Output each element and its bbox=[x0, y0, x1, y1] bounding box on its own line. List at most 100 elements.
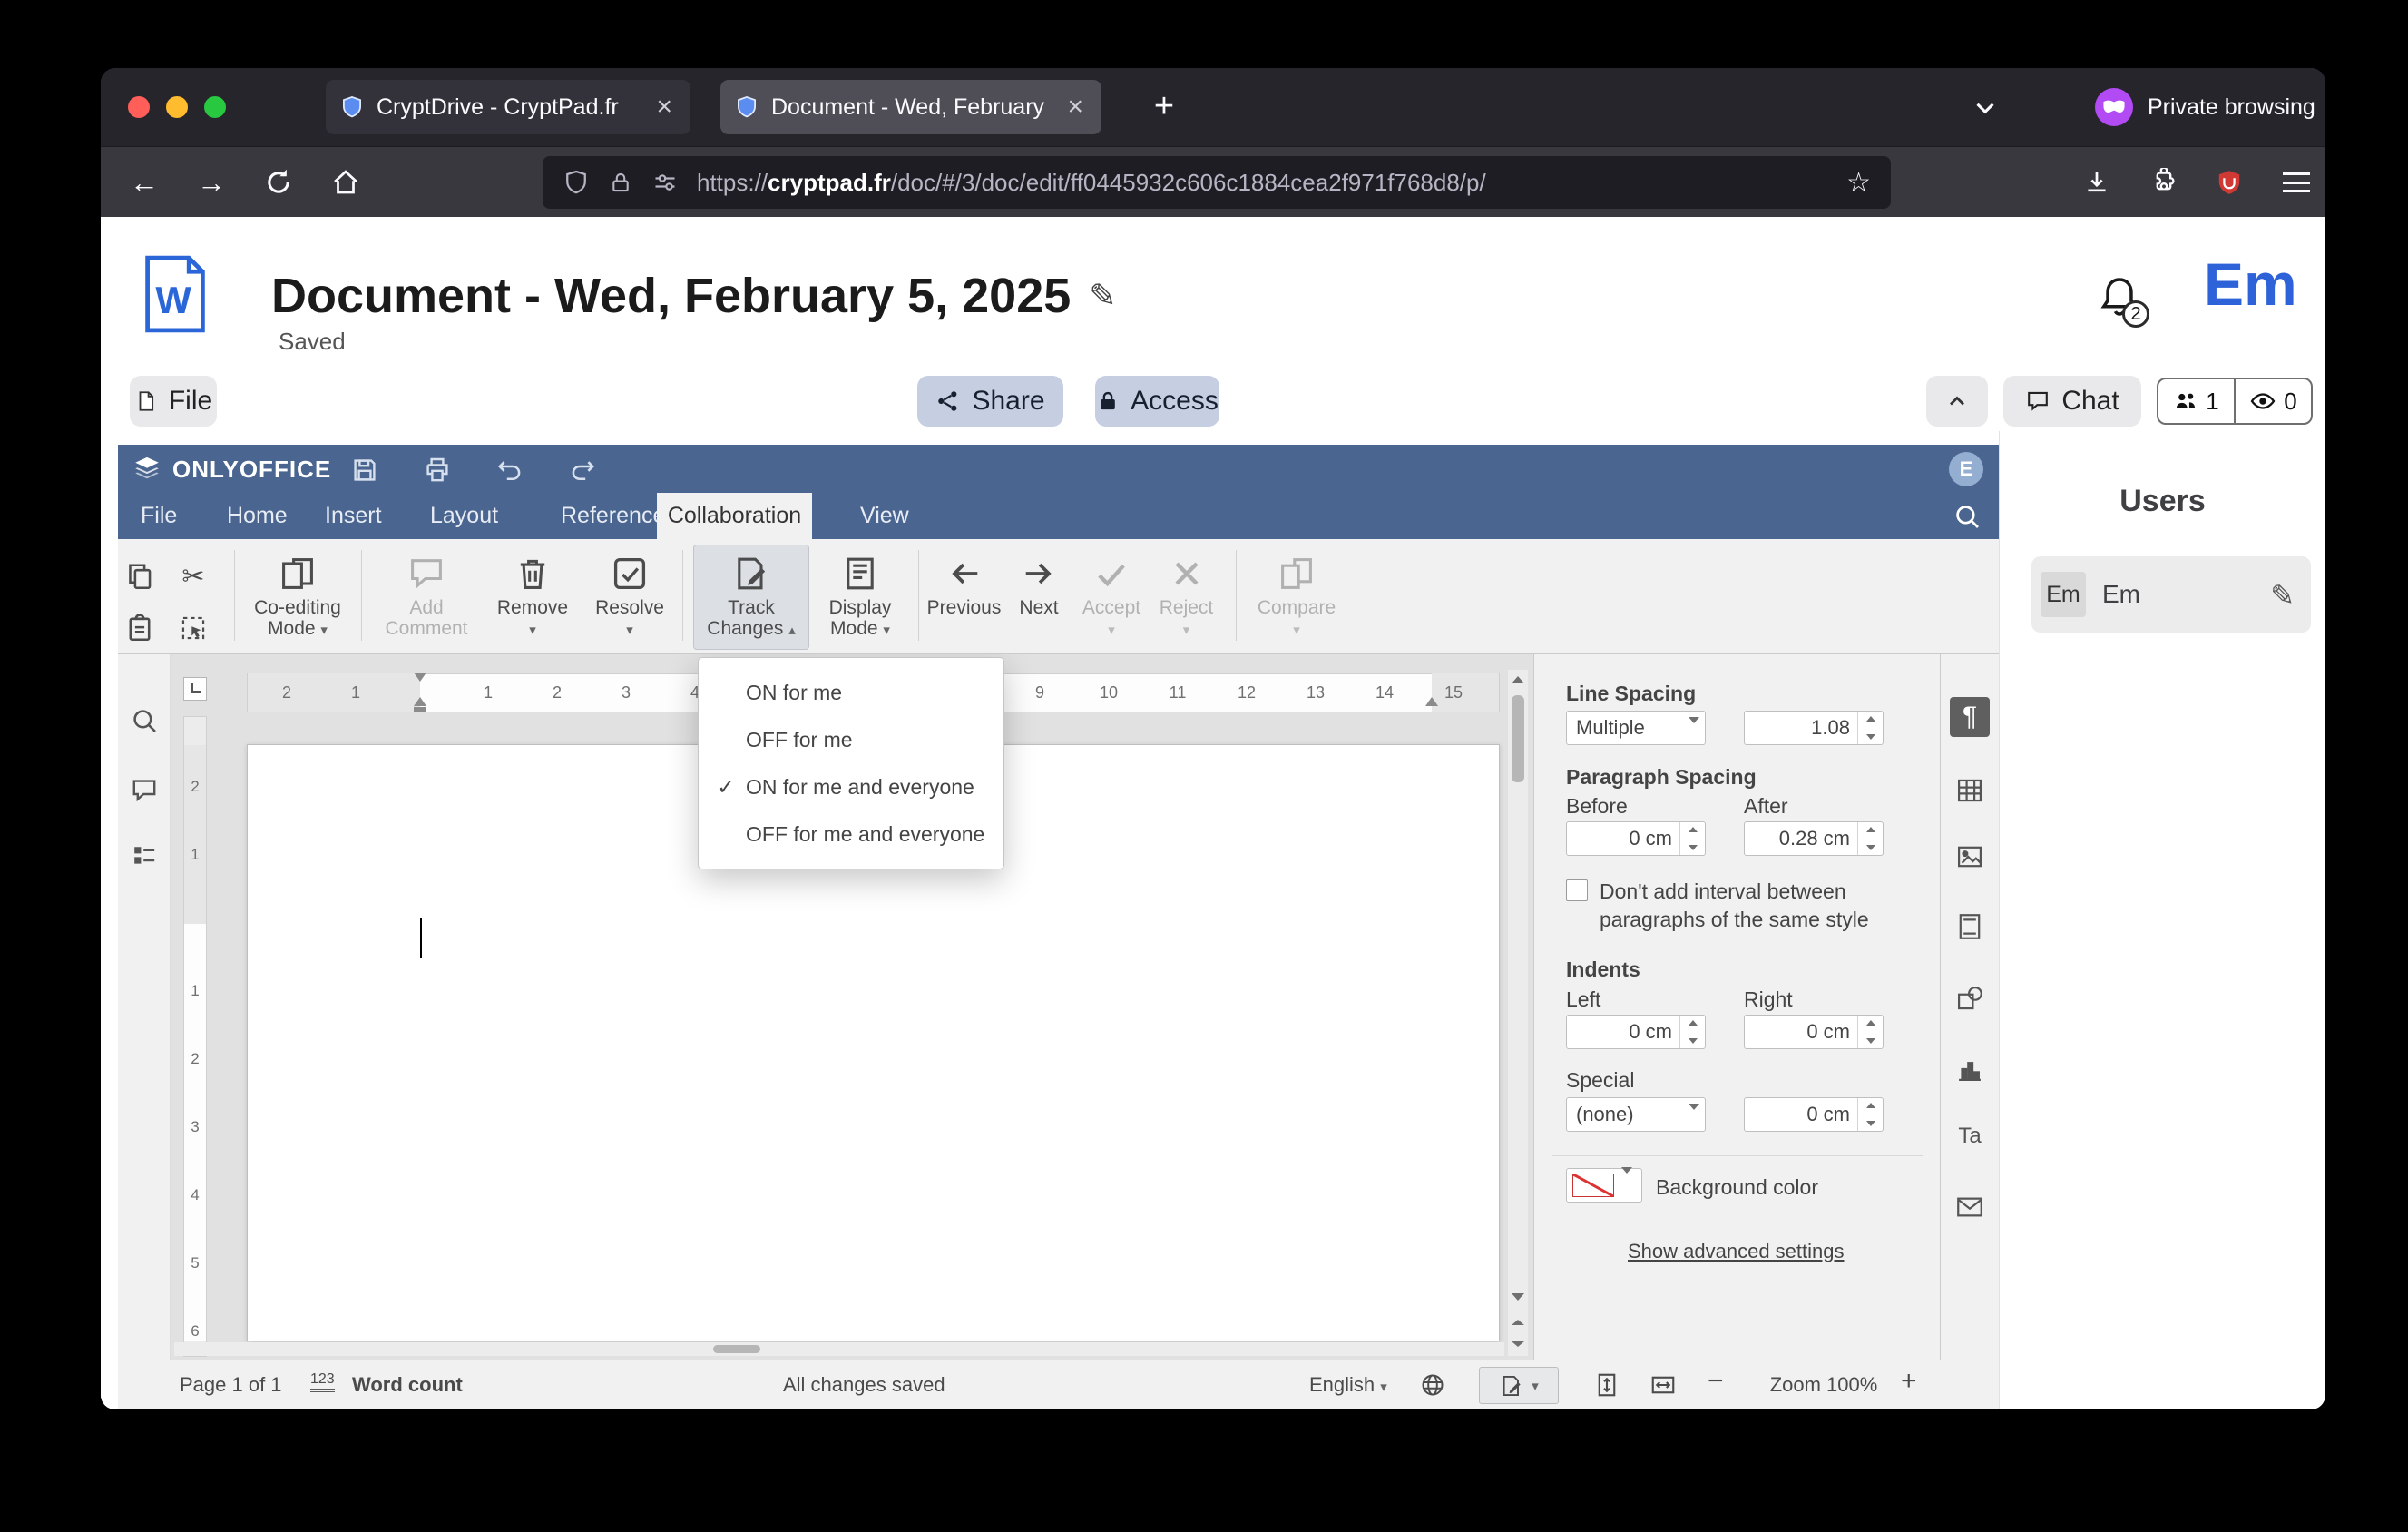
zoom-level[interactable]: Zoom 100% bbox=[1756, 1373, 1892, 1397]
shape-settings-icon[interactable] bbox=[1950, 978, 1990, 1018]
chart-settings-icon[interactable] bbox=[1950, 1049, 1990, 1089]
select-all-icon[interactable] bbox=[175, 610, 211, 646]
rename-pencil-icon[interactable]: ✎ bbox=[1089, 277, 1116, 315]
spinner-arrows[interactable] bbox=[1857, 1098, 1883, 1131]
previous-change-button[interactable]: Previous bbox=[925, 545, 1003, 650]
menu-item-on-for-me-and-everyone[interactable]: ✓ ON for me and everyone bbox=[699, 763, 1003, 810]
word-count-button[interactable]: Word count bbox=[352, 1373, 463, 1397]
minimize-window-button[interactable] bbox=[166, 96, 188, 118]
new-tab-button[interactable]: + bbox=[1140, 83, 1188, 131]
tab-document[interactable]: Document - Wed, February 5, 2 × bbox=[720, 80, 1101, 134]
scroll-thumb[interactable] bbox=[1512, 695, 1524, 782]
print-icon[interactable] bbox=[419, 452, 455, 488]
line-spacing-value-spinner[interactable]: 1.08 bbox=[1744, 711, 1884, 745]
close-tab-icon[interactable]: × bbox=[1063, 93, 1087, 121]
presence-counters[interactable]: 1 0 bbox=[2157, 378, 2313, 425]
maximize-window-button[interactable] bbox=[204, 96, 226, 118]
mail-merge-icon[interactable] bbox=[1950, 1187, 1990, 1227]
redo-icon[interactable] bbox=[564, 452, 601, 488]
notifications-bell-icon[interactable]: 2 bbox=[2095, 273, 2149, 328]
fit-page-icon[interactable] bbox=[1593, 1371, 1620, 1399]
spacing-after-spinner[interactable]: 0.28 cm bbox=[1744, 821, 1884, 856]
menu-collaboration[interactable]: Collaboration bbox=[657, 493, 812, 539]
bookmark-star-icon[interactable]: ☆ bbox=[1846, 167, 1871, 199]
line-spacing-select[interactable]: Multiple bbox=[1566, 711, 1706, 746]
menu-item-off-for-me[interactable]: OFF for me bbox=[699, 716, 1003, 763]
user-avatar[interactable]: Em bbox=[2204, 250, 2297, 319]
right-indent-marker[interactable] bbox=[1425, 697, 1438, 706]
scroll-up-arrow[interactable] bbox=[1508, 670, 1528, 690]
url-bar[interactable]: https://cryptpad.fr/doc/#/3/doc/edit/ff0… bbox=[543, 156, 1891, 209]
track-changes-button[interactable]: Track Changes ▴ bbox=[693, 545, 809, 650]
headers-footers-settings-icon[interactable] bbox=[1950, 907, 1990, 947]
tab-cryptdrive[interactable]: CryptDrive - CryptPad.fr × bbox=[326, 80, 690, 134]
user-list-item[interactable]: Em Em ✎ bbox=[2031, 556, 2311, 633]
reload-button[interactable] bbox=[253, 157, 304, 208]
spinner-arrows[interactable] bbox=[1679, 822, 1705, 855]
list-tabs-chevron-icon[interactable] bbox=[1970, 93, 2001, 123]
close-window-button[interactable] bbox=[128, 96, 150, 118]
close-tab-icon[interactable]: × bbox=[652, 93, 676, 121]
save-icon[interactable] bbox=[347, 452, 383, 488]
undo-icon[interactable] bbox=[492, 452, 528, 488]
previous-page-button[interactable] bbox=[1508, 1312, 1528, 1332]
forward-button[interactable]: → bbox=[186, 157, 237, 208]
share-button[interactable]: Share bbox=[917, 376, 1063, 427]
tracking-protection-shield-icon[interactable] bbox=[563, 169, 590, 196]
navigation-headings-icon[interactable] bbox=[130, 842, 159, 871]
comments-icon[interactable] bbox=[130, 776, 159, 805]
home-button[interactable] bbox=[320, 157, 371, 208]
zoom-in-button[interactable]: + bbox=[1901, 1366, 1917, 1397]
no-interval-checkbox[interactable] bbox=[1566, 879, 1588, 901]
copy-icon[interactable] bbox=[122, 558, 158, 594]
image-settings-icon[interactable] bbox=[1950, 837, 1990, 877]
page-indicator[interactable]: Page 1 of 1 bbox=[180, 1373, 282, 1397]
track-changes-quick-toggle[interactable]: ▾ bbox=[1479, 1367, 1559, 1404]
first-line-indent-marker[interactable] bbox=[414, 673, 426, 682]
left-indent-marker[interactable] bbox=[414, 707, 426, 712]
spinner-arrows[interactable] bbox=[1857, 822, 1883, 855]
spellcheck-globe-icon[interactable] bbox=[1419, 1371, 1446, 1399]
fit-width-icon[interactable] bbox=[1649, 1371, 1677, 1399]
downloads-button[interactable] bbox=[2071, 157, 2122, 208]
next-page-button[interactable] bbox=[1508, 1334, 1528, 1354]
advanced-settings-link[interactable]: Show advanced settings bbox=[1628, 1240, 1845, 1263]
cut-icon[interactable]: ✂ bbox=[175, 558, 211, 594]
tab-stop-selector[interactable] bbox=[183, 677, 207, 701]
indent-left-spinner[interactable]: 0 cm bbox=[1566, 1015, 1706, 1049]
text-art-settings-icon[interactable]: Ta bbox=[1950, 1116, 1990, 1156]
spacing-before-spinner[interactable]: 0 cm bbox=[1566, 821, 1706, 856]
menu-item-on-for-me[interactable]: ON for me bbox=[699, 669, 1003, 716]
display-mode-button[interactable]: Display Mode ▾ bbox=[809, 545, 911, 650]
back-button[interactable]: ← bbox=[119, 157, 170, 208]
resolve-button[interactable]: Resolve ▾ bbox=[584, 545, 675, 650]
menu-file[interactable]: File bbox=[141, 493, 177, 539]
menu-view[interactable]: View bbox=[860, 493, 909, 539]
permissions-icon[interactable] bbox=[651, 169, 679, 196]
special-indent-select[interactable]: (none) bbox=[1566, 1097, 1706, 1133]
menu-item-off-for-me-and-everyone[interactable]: OFF for me and everyone bbox=[699, 810, 1003, 858]
spinner-arrows[interactable] bbox=[1857, 712, 1883, 744]
collapse-toolbar-button[interactable] bbox=[1926, 376, 1988, 427]
find-icon[interactable] bbox=[130, 706, 159, 735]
paste-icon[interactable] bbox=[122, 610, 158, 646]
paragraph-settings-icon[interactable]: ¶ bbox=[1950, 697, 1990, 737]
chat-button[interactable]: Chat bbox=[2003, 376, 2141, 427]
spinner-arrows[interactable] bbox=[1679, 1016, 1705, 1048]
menu-hamburger-icon[interactable] bbox=[2271, 157, 2322, 208]
spinner-arrows[interactable] bbox=[1857, 1016, 1883, 1048]
menu-home[interactable]: Home bbox=[227, 493, 288, 539]
special-indent-spinner[interactable]: 0 cm bbox=[1744, 1097, 1884, 1132]
coediting-mode-button[interactable]: Co-editing Mode ▾ bbox=[243, 545, 352, 650]
file-button[interactable]: File bbox=[130, 376, 217, 427]
lock-icon[interactable] bbox=[608, 170, 633, 195]
zoom-out-button[interactable]: − bbox=[1708, 1366, 1724, 1397]
ublock-origin-icon[interactable] bbox=[2204, 157, 2255, 208]
extensions-puzzle-icon[interactable] bbox=[2139, 157, 2189, 208]
scroll-down-arrow[interactable] bbox=[1508, 1287, 1528, 1307]
menu-layout[interactable]: Layout bbox=[430, 493, 498, 539]
remove-button[interactable]: Remove ▾ bbox=[483, 545, 582, 650]
access-button[interactable]: Access bbox=[1095, 376, 1219, 427]
next-change-button[interactable]: Next bbox=[1003, 545, 1075, 650]
editor-user-avatar[interactable]: E bbox=[1949, 452, 1983, 486]
